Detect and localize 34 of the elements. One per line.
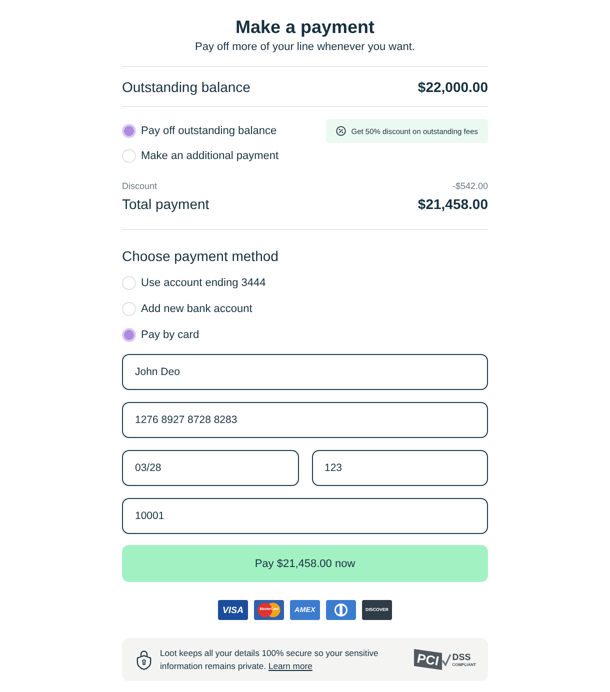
radio-button[interactable] [122,276,136,290]
dss-label: DSS [452,652,471,662]
card-logo: VISA [218,600,248,620]
balance-amount: $22,000.00 [418,78,488,97]
radio-button[interactable] [122,302,136,316]
security-text: Loot keeps all your details 100% secure so your sensitive information remains private. Learn more [160,647,380,672]
total-label: Total payment [122,195,210,214]
page-title: Make a payment [235,16,375,39]
total-amount: $21,458.00 [418,195,488,214]
discount-amount: -$542.00 [452,180,488,192]
radio-option[interactable]: Pay by card [122,322,488,348]
input-field[interactable]: 10001 [122,498,488,534]
input-field[interactable]: 123 [312,450,488,486]
pay-button[interactable]: Pay $21,458.00 now [122,545,488,582]
radio-button[interactable] [122,124,136,138]
balance-label: Outstanding balance [122,78,250,97]
discount-label: Discount [122,180,158,192]
radio-button[interactable] [122,149,136,163]
shield-lock-icon [136,650,152,670]
percent-circle-icon [336,126,346,136]
radio-option[interactable]: Use account ending 3444 [122,270,488,296]
radio-option[interactable]: Add new bank account [122,296,488,322]
radio-button[interactable] [122,328,136,342]
learn-more-link[interactable]: Learn more [268,660,312,670]
radio-option[interactable]: Pay off outstanding balance [122,119,279,143]
input-field[interactable]: 1276 8927 8728 8283 [122,402,488,438]
pci-mark: PCI [414,649,442,670]
input-field[interactable]: John Deo [122,354,488,390]
card-logo-icon [326,600,356,620]
input-field[interactable]: 03/28 [122,450,298,486]
section-heading: Choose payment method [122,247,280,266]
radio-option[interactable]: Make an additional payment [122,144,279,168]
page-subtitle: Pay off more of your line whenever you want. [195,40,415,55]
check-icon [442,654,452,666]
